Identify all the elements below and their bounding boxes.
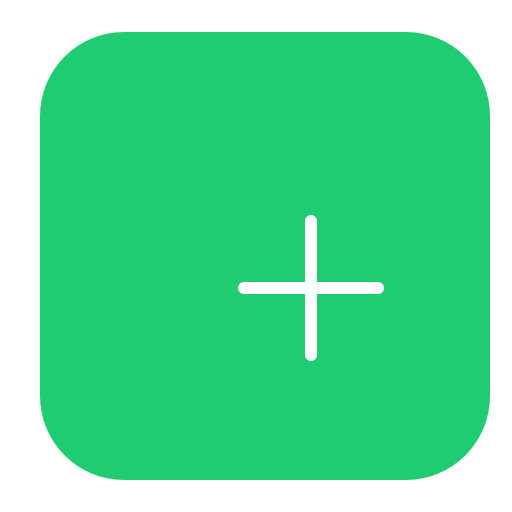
plus-icon: [238, 215, 384, 361]
add-button[interactable]: [40, 32, 490, 480]
canvas: [0, 0, 512, 512]
